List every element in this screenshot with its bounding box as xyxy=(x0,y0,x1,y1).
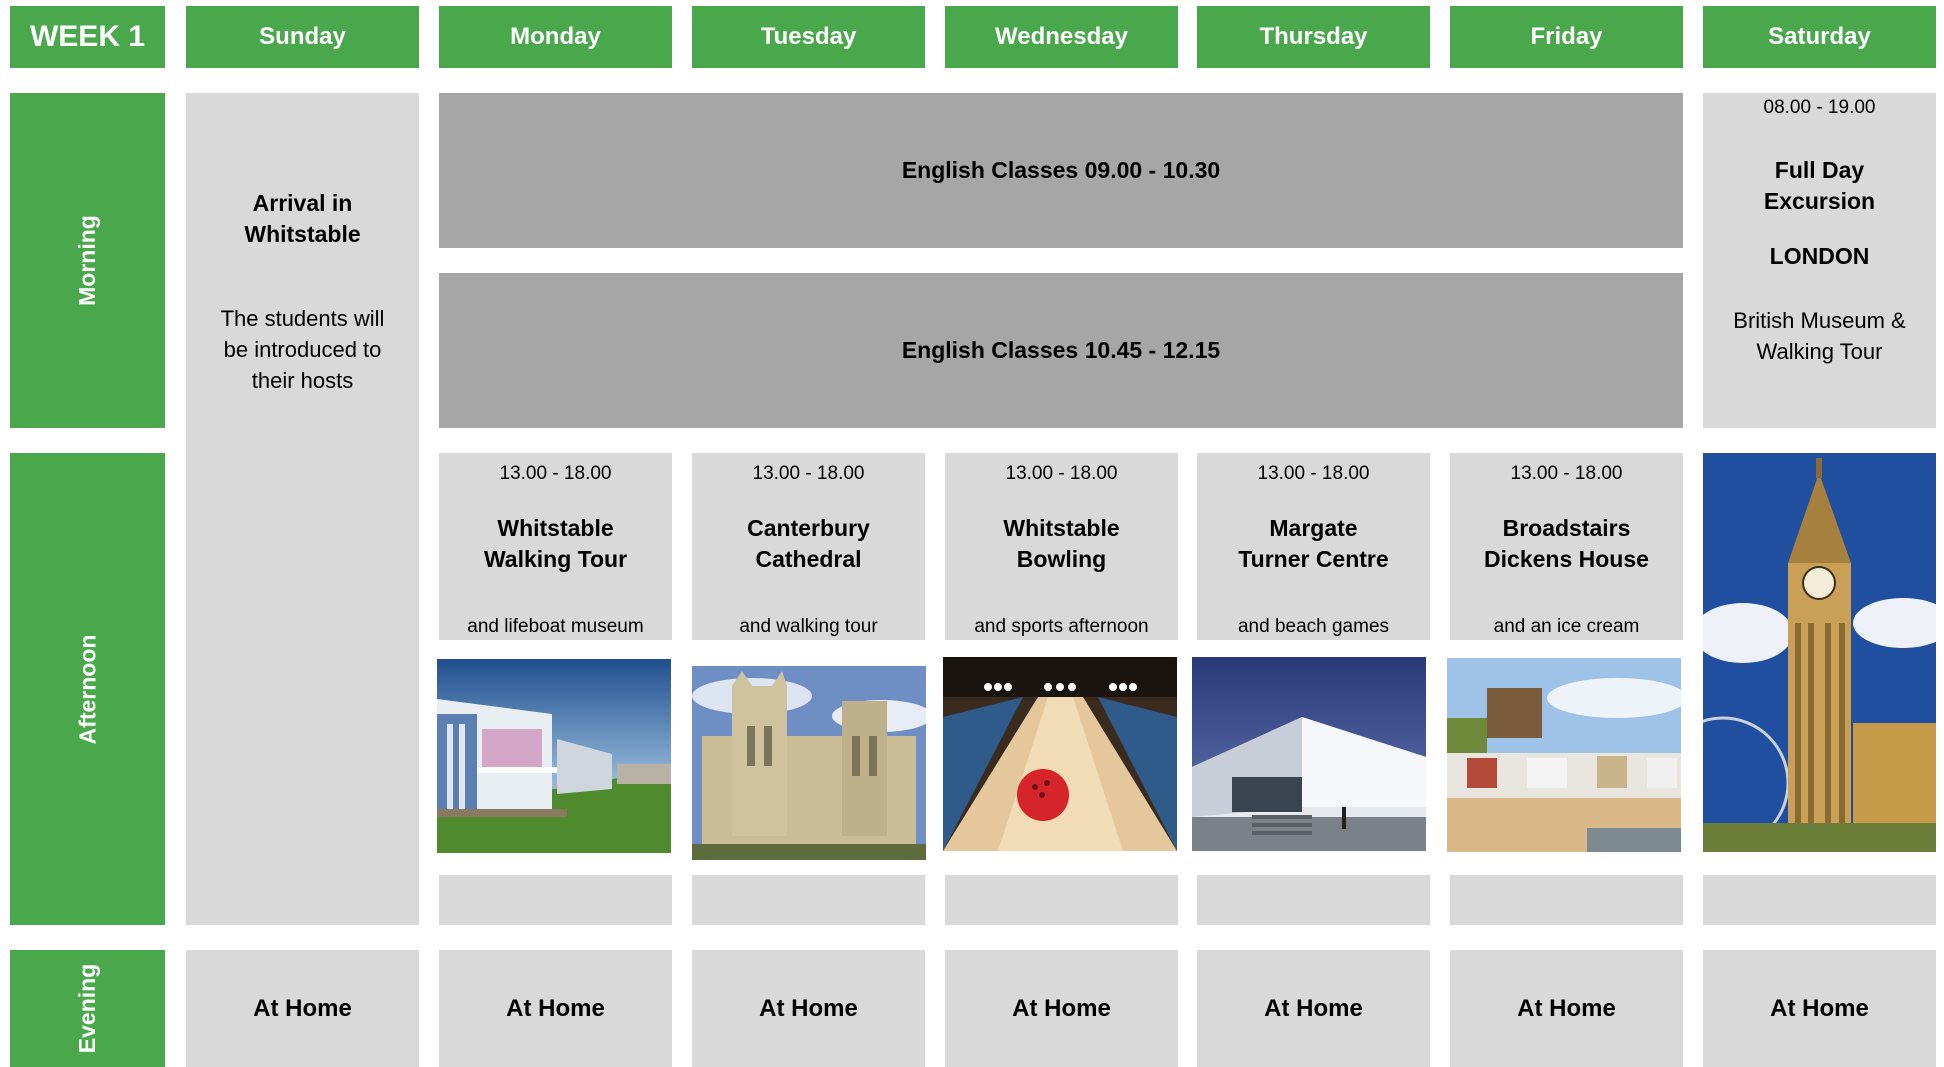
activity-title: Whitstable Bowling xyxy=(1003,515,1120,572)
evening-cell-wednesday: At Home xyxy=(945,950,1178,1067)
activity-cell-friday: 13.00 - 18.00 Broadstairs Dickens House … xyxy=(1450,453,1683,640)
beach-huts-photo xyxy=(437,659,671,853)
activity-cell-thursday: 13.00 - 18.00 Margate Turner Centre and … xyxy=(1197,453,1430,640)
spacer-cell xyxy=(945,875,1178,925)
activity-time: 13.00 - 18.00 xyxy=(499,463,612,484)
big-ben-photo xyxy=(1703,453,1936,852)
excursion-city: LONDON xyxy=(1769,243,1870,269)
spacer-cell xyxy=(1197,875,1430,925)
saturday-excursion-cell: 08.00 - 19.00 Full Day Excursion LONDON … xyxy=(1703,93,1936,428)
seaside-town-photo xyxy=(1447,658,1681,852)
arrival-text: The students will be introduced to their… xyxy=(220,306,385,393)
period-label-afternoon: Afternoon xyxy=(10,453,165,925)
activity-time: 13.00 - 18.00 xyxy=(1510,463,1623,484)
week-label: WEEK 1 xyxy=(10,6,165,68)
spacer-cell xyxy=(439,875,672,925)
spacer-cell xyxy=(1703,875,1936,925)
activity-subtitle: and walking tour xyxy=(739,616,878,637)
excursion-title: Full Day Excursion xyxy=(1763,157,1876,214)
evening-cell-tuesday: At Home xyxy=(692,950,925,1067)
day-header-saturday: Saturday xyxy=(1703,6,1936,68)
activity-time: 13.00 - 18.00 xyxy=(1257,463,1370,484)
spacer-cell xyxy=(692,875,925,925)
activity-subtitle: and an ice cream xyxy=(1493,616,1640,637)
cathedral-photo xyxy=(692,666,926,860)
evening-cell-saturday: At Home xyxy=(1703,950,1936,1067)
activity-title: Whitstable Walking Tour xyxy=(483,515,628,572)
evening-cell-monday: At Home xyxy=(439,950,672,1067)
gallery-photo xyxy=(1192,657,1426,851)
day-header-friday: Friday xyxy=(1450,6,1683,68)
period-label-evening: Evening xyxy=(10,950,165,1067)
spacer-cell xyxy=(1450,875,1683,925)
excursion-time: 08.00 - 19.00 xyxy=(1763,97,1876,118)
day-header-monday: Monday xyxy=(439,6,672,68)
period-label-morning: Morning xyxy=(10,93,165,428)
evening-cell-thursday: At Home xyxy=(1197,950,1430,1067)
day-header-sunday: Sunday xyxy=(186,6,419,68)
day-header-wednesday: Wednesday xyxy=(945,6,1178,68)
bowling-photo xyxy=(943,657,1177,851)
activity-title: Margate Turner Centre xyxy=(1238,515,1389,572)
activity-title: Broadstairs Dickens House xyxy=(1484,515,1649,572)
excursion-details: British Museum & Walking Tour xyxy=(1733,308,1906,364)
activity-subtitle: and lifeboat museum xyxy=(467,616,644,637)
activity-time: 13.00 - 18.00 xyxy=(1005,463,1118,484)
activity-cell-monday: 13.00 - 18.00 Whitstable Walking Tour an… xyxy=(439,453,672,640)
activity-subtitle: and beach games xyxy=(1237,616,1390,637)
activity-cell-tuesday: 13.00 - 18.00 Canterbury Cathedral and w… xyxy=(692,453,925,640)
activity-time: 13.00 - 18.00 xyxy=(752,463,865,484)
evening-cell-sunday: At Home xyxy=(186,950,419,1067)
english-classes-block-1: English Classes 09.00 - 10.30 xyxy=(439,93,1683,248)
day-header-thursday: Thursday xyxy=(1197,6,1430,68)
english-classes-block-2: English Classes 10.45 - 12.15 xyxy=(439,273,1683,428)
arrival-title: Arrival in Whitstable xyxy=(244,190,361,247)
activity-title: Canterbury Cathedral xyxy=(747,515,870,572)
activity-cell-wednesday: 13.00 - 18.00 Whitstable Bowling and spo… xyxy=(945,453,1178,640)
day-header-tuesday: Tuesday xyxy=(692,6,925,68)
sunday-arrival-cell: Arrival in Whitstable The students will … xyxy=(186,93,419,925)
activity-subtitle: and sports afternoon xyxy=(974,616,1149,637)
evening-cell-friday: At Home xyxy=(1450,950,1683,1067)
